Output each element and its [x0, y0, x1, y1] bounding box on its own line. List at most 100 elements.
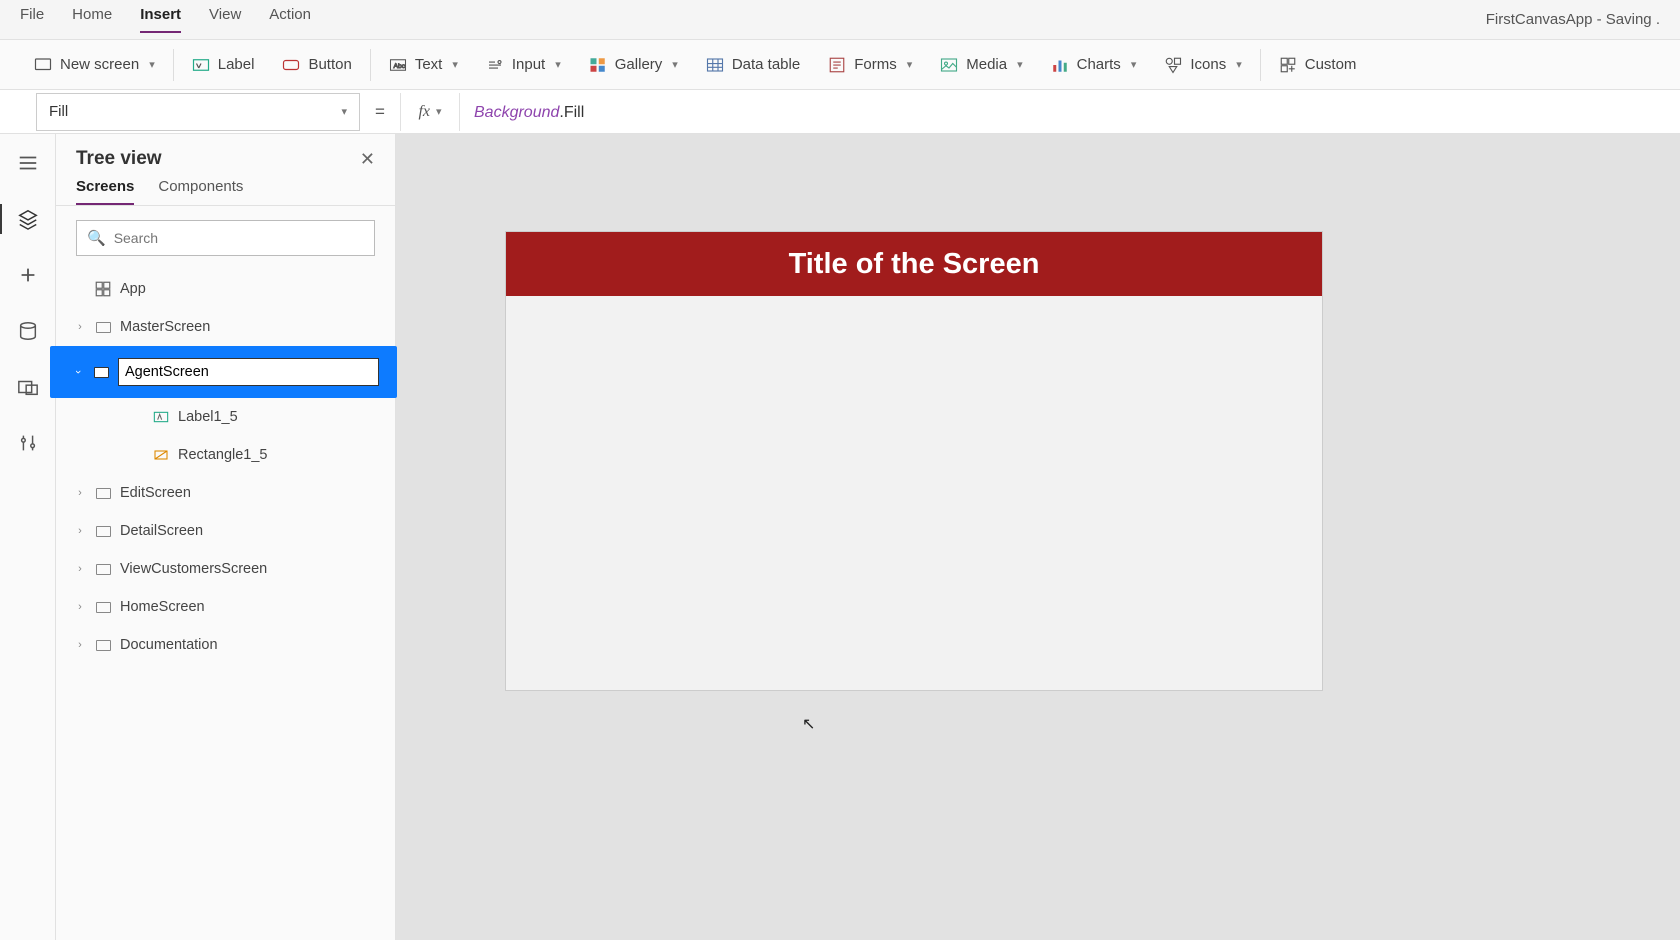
tree-node-label: HomeScreen: [120, 599, 205, 615]
text-icon: Abc: [389, 56, 407, 74]
tab-screens[interactable]: Screens: [76, 178, 134, 205]
ribbon-icons[interactable]: Icons ▾: [1150, 40, 1255, 89]
screen-icon: [94, 484, 112, 502]
tree-node-label: Documentation: [120, 637, 218, 653]
chevron-down-icon: ▾: [1017, 58, 1023, 71]
formula-property: .Fill: [559, 104, 584, 121]
ribbon-data-table[interactable]: Data table: [692, 40, 814, 89]
button-icon: [282, 56, 300, 74]
close-icon[interactable]: ✕: [360, 149, 375, 170]
tree-header: Tree view ✕: [56, 134, 395, 178]
ribbon-media[interactable]: Media ▾: [926, 40, 1036, 89]
expand-icon[interactable]: ›: [74, 563, 86, 575]
tree-view-panel: Tree view ✕ Screens Components 🔍 App › M…: [56, 134, 396, 940]
screen-icon: [94, 560, 112, 578]
tree-tabs: Screens Components: [56, 178, 395, 206]
ribbon-forms[interactable]: Forms ▾: [814, 40, 926, 89]
formula-object: Background: [474, 104, 559, 121]
advanced-tools-icon[interactable]: [17, 432, 39, 454]
expand-icon[interactable]: ›: [74, 601, 86, 613]
tree-node-rectangle1-5[interactable]: Rectangle1_5: [56, 436, 395, 474]
media-icon: [940, 56, 958, 74]
screen-preview[interactable]: Title of the Screen: [506, 232, 1322, 690]
tree-node-viewcustomersscreen[interactable]: › ViewCustomersScreen: [56, 550, 395, 588]
cursor-icon: ↖: [802, 714, 815, 734]
screen-icon: [94, 318, 112, 336]
icons-icon: [1164, 56, 1182, 74]
menu-action[interactable]: Action: [269, 6, 311, 33]
equals-sign: =: [360, 102, 400, 122]
screen-icon: [94, 598, 112, 616]
input-icon: [486, 56, 504, 74]
tree-node-masterscreen[interactable]: › MasterScreen: [56, 308, 395, 346]
separator: [173, 49, 174, 81]
tree-node-label1-5[interactable]: Label1_5: [56, 398, 395, 436]
search-box[interactable]: 🔍: [76, 220, 375, 256]
canvas-area[interactable]: Title of the Screen ↖: [396, 134, 1680, 940]
ribbon-gallery[interactable]: Gallery ▾: [575, 40, 692, 89]
screen-icon: [92, 363, 110, 381]
ribbon-label[interactable]: Label: [178, 40, 269, 89]
menu-insert[interactable]: Insert: [140, 6, 181, 33]
tab-components[interactable]: Components: [158, 178, 243, 205]
ribbon-input[interactable]: Input ▾: [472, 40, 575, 89]
label-control-icon: [152, 408, 170, 426]
screen-header-bar[interactable]: Title of the Screen: [506, 232, 1322, 296]
gallery-icon: [589, 56, 607, 74]
app-title: FirstCanvasApp - Saving .: [1486, 11, 1660, 28]
tree-node-detailscreen[interactable]: › DetailScreen: [56, 512, 395, 550]
menu-view[interactable]: View: [209, 6, 241, 33]
rename-input[interactable]: [118, 358, 379, 386]
search-input[interactable]: [114, 230, 364, 246]
ribbon-forms-label: Forms: [854, 56, 897, 73]
chevron-down-icon: ▾: [149, 58, 155, 71]
fx-button[interactable]: fx ▾: [400, 93, 460, 131]
tree-view-icon[interactable]: [17, 208, 39, 230]
chevron-down-icon: ▾: [555, 58, 561, 71]
ribbon-custom[interactable]: Custom: [1265, 40, 1371, 89]
ribbon-media-label: Media: [966, 56, 1007, 73]
tree-node-label: EditScreen: [120, 485, 191, 501]
ribbon-new-screen[interactable]: New screen ▾: [20, 40, 169, 89]
media-rail-icon[interactable]: [17, 376, 39, 398]
menu-bar: File Home Insert View Action FirstCanvas…: [0, 0, 1680, 40]
ribbon-button[interactable]: Button: [268, 40, 365, 89]
expand-icon[interactable]: ›: [74, 321, 86, 333]
ribbon-label-text: Label: [218, 56, 255, 73]
tree-node-label: MasterScreen: [120, 319, 210, 335]
charts-icon: [1051, 56, 1069, 74]
formula-input[interactable]: Background.Fill: [460, 102, 1680, 122]
hamburger-icon[interactable]: [17, 152, 39, 174]
ribbon-input-label: Input: [512, 56, 545, 73]
tree-node-label: Label1_5: [178, 409, 238, 425]
menu-file[interactable]: File: [20, 6, 44, 33]
ribbon-charts[interactable]: Charts ▾: [1037, 40, 1151, 89]
property-name: Fill: [49, 103, 68, 120]
expand-icon[interactable]: ›: [74, 639, 86, 651]
tree-node-editscreen[interactable]: › EditScreen: [56, 474, 395, 512]
data-icon[interactable]: [17, 320, 39, 342]
label-icon: [192, 56, 210, 74]
collapse-icon[interactable]: ›: [72, 366, 84, 378]
separator: [1260, 49, 1261, 81]
chevron-down-icon: ▾: [672, 58, 678, 71]
chevron-down-icon: ▾: [436, 105, 442, 118]
fx-label: fx: [418, 103, 430, 121]
ribbon-text[interactable]: Abc Text ▾: [375, 40, 472, 89]
ribbon-icons-label: Icons: [1190, 56, 1226, 73]
tree-node-label: ViewCustomersScreen: [120, 561, 267, 577]
screen-icon: [34, 56, 52, 74]
custom-icon: [1279, 56, 1297, 74]
tree-node-agentscreen-selected: ›: [56, 346, 395, 398]
table-icon: [706, 56, 724, 74]
property-selector[interactable]: Fill ▾: [36, 93, 360, 131]
tree-node-homescreen[interactable]: › HomeScreen: [56, 588, 395, 626]
menu-home[interactable]: Home: [72, 6, 112, 33]
ribbon-charts-label: Charts: [1077, 56, 1121, 73]
expand-icon[interactable]: ›: [74, 487, 86, 499]
insert-icon[interactable]: [17, 264, 39, 286]
chevron-down-icon: ▾: [907, 58, 913, 71]
tree-node-documentation[interactable]: › Documentation: [56, 626, 395, 664]
tree-node-app[interactable]: App: [56, 270, 395, 308]
expand-icon[interactable]: ›: [74, 525, 86, 537]
